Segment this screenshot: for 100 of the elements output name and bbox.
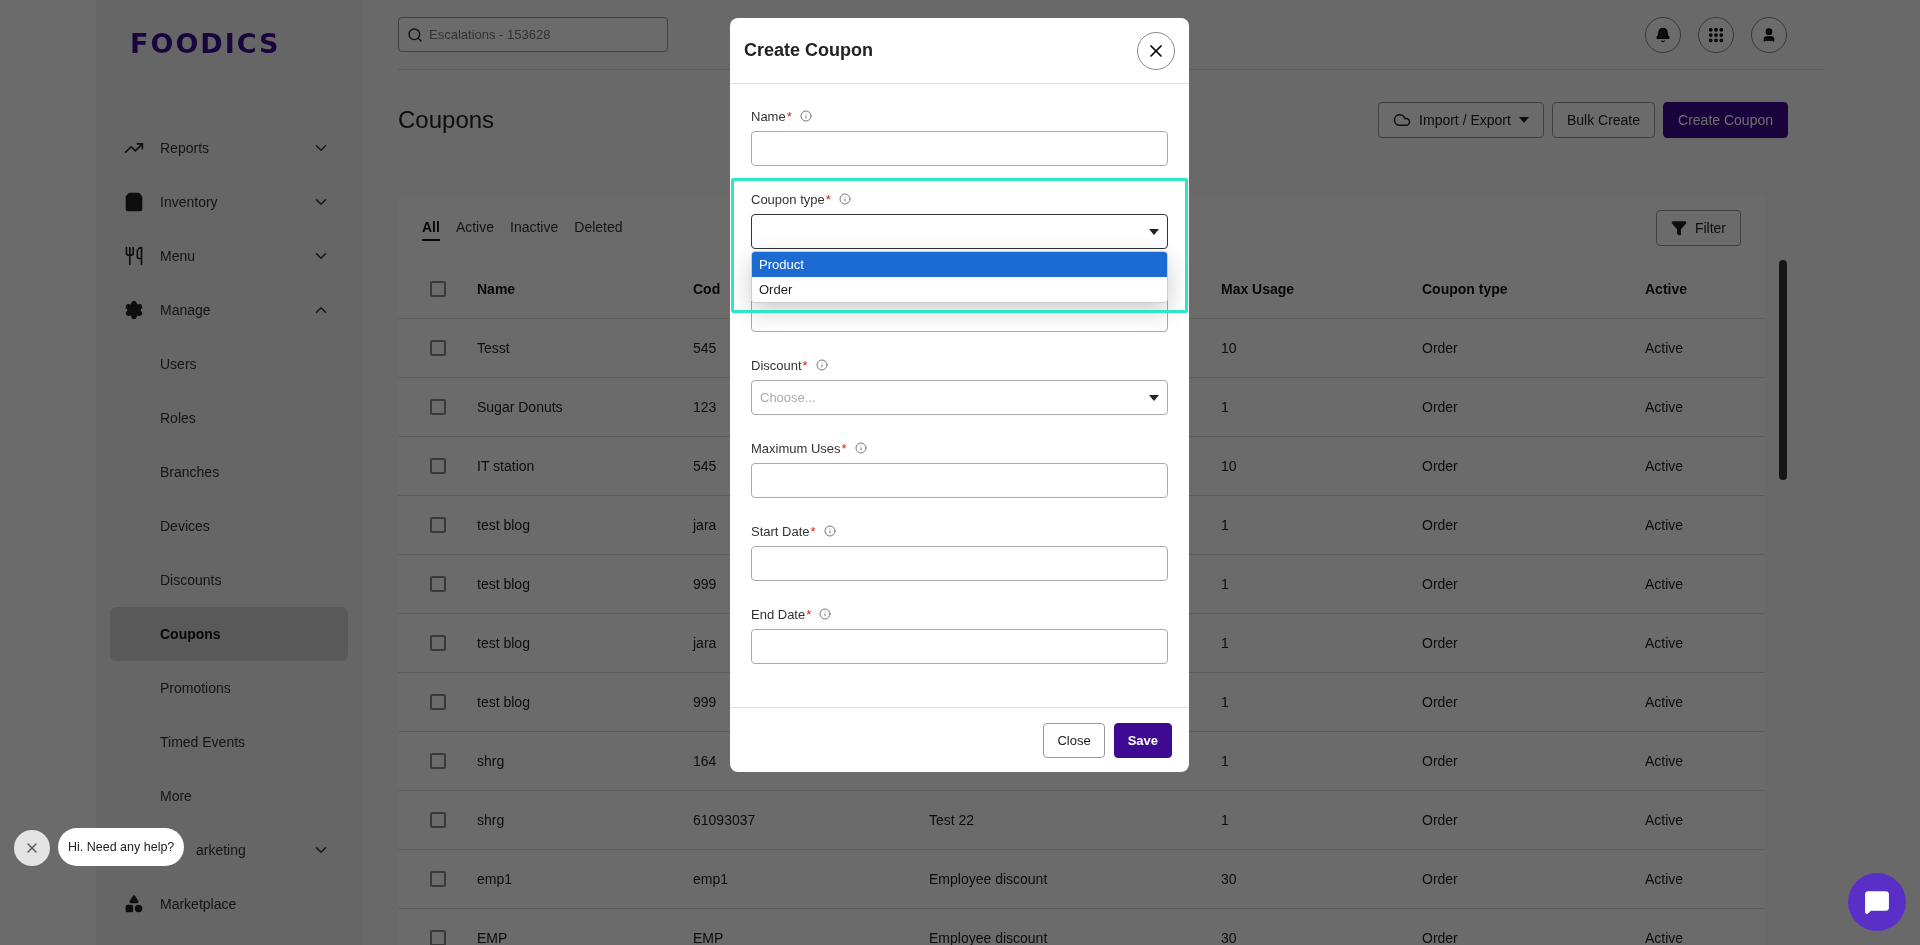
table-cell: emp1 (477, 871, 513, 887)
tab[interactable]: Deleted (574, 214, 623, 241)
bell-icon (1655, 26, 1671, 43)
checkbox[interactable] (430, 458, 446, 474)
tab[interactable]: Inactive (510, 214, 559, 241)
table-cell: 10 (1221, 340, 1237, 356)
action-button[interactable]: Bulk Create (1551, 102, 1656, 138)
notification-button[interactable] (1645, 16, 1681, 53)
apps-button[interactable] (1698, 16, 1734, 53)
select-field[interactable] (751, 214, 1168, 249)
search-field[interactable]: Escalations - 153628 (398, 17, 668, 52)
utensils-icon (124, 246, 144, 266)
checkbox[interactable] (430, 517, 446, 533)
close-button[interactable] (1137, 31, 1175, 70)
checkbox[interactable] (430, 871, 446, 887)
field-label: End Date (751, 606, 806, 622)
checkbox[interactable] (430, 930, 446, 945)
sidebar-item[interactable]: Marketplace (110, 877, 348, 931)
table-cell: Active (1645, 753, 1684, 769)
input-field[interactable] (751, 629, 1168, 664)
user-icon (1761, 26, 1777, 43)
field-label: Start Date (751, 523, 810, 539)
column-header: Coupon type (1422, 281, 1508, 297)
table-cell: test blog (477, 576, 530, 592)
table-cell: Order (1422, 694, 1458, 710)
checkbox[interactable] (430, 694, 446, 710)
table-cell: Order (1422, 635, 1458, 651)
column-header: Cod (693, 281, 721, 297)
table-cell: 1 (1221, 517, 1229, 533)
action-button[interactable]: Import / Export (1378, 102, 1544, 138)
table-cell: 30 (1221, 930, 1237, 945)
checkbox[interactable] (430, 576, 446, 592)
table-cell: Order (1422, 458, 1458, 474)
table-cell: jara (693, 517, 717, 533)
sidebar-item[interactable]: Menu (110, 229, 348, 283)
sidebar-item[interactable]: Coupons (110, 607, 348, 661)
select-field[interactable]: Choose... (751, 380, 1168, 415)
table-cell: test blog (477, 635, 530, 651)
checkbox[interactable] (430, 399, 446, 415)
table-cell: Active (1645, 812, 1684, 828)
sidebar-item[interactable]: Promotions (110, 661, 348, 715)
table-cell: 999 (693, 576, 717, 592)
tab[interactable]: Active (455, 214, 494, 241)
input-field[interactable] (751, 546, 1168, 581)
chat-icon (1864, 889, 1890, 915)
table-cell: 164 (693, 753, 717, 769)
cloud-icon (1393, 111, 1412, 129)
table-cell: 545 (693, 458, 717, 474)
sidebar-item[interactable]: Roles (110, 391, 348, 445)
sidebar-item[interactable]: Branches (110, 445, 348, 499)
table-cell: test blog (477, 694, 530, 710)
close-button[interactable]: Close (1043, 722, 1105, 758)
sidebar-item[interactable]: Timed Events (110, 715, 348, 769)
filter-button[interactable]: Filter (1655, 209, 1741, 246)
dropdown-option[interactable]: Product (752, 252, 1167, 277)
page-title: Coupons (398, 106, 495, 134)
required-mark: * (810, 523, 816, 539)
table-cell: Employee discount (929, 930, 1048, 945)
logo: FOODICS (129, 27, 282, 61)
table-cell: Order (1422, 517, 1458, 533)
table-cell: shrg (477, 753, 505, 769)
save-button[interactable]: Save (1113, 722, 1172, 758)
checkbox[interactable] (430, 340, 446, 356)
table-cell: 10 (1221, 458, 1237, 474)
column-header: Active (1645, 281, 1688, 297)
action-button[interactable]: Create Coupon (1663, 102, 1788, 138)
table-cell: EMP (693, 930, 724, 945)
info-icon (799, 110, 812, 122)
tab[interactable]: All (422, 214, 440, 241)
sidebar-item[interactable]: Inventory (110, 175, 348, 229)
column-header: Name (477, 281, 516, 297)
dropdown-option[interactable]: Order (752, 277, 1167, 302)
input-field[interactable] (751, 131, 1168, 166)
input-field[interactable] (751, 463, 1168, 498)
sidebar-item[interactable]: Users (110, 337, 348, 391)
checkbox[interactable] (430, 812, 446, 828)
field-label: Discount (751, 357, 802, 373)
table-cell: Active (1645, 340, 1684, 356)
table-cell: Active (1645, 458, 1684, 474)
table-cell: Order (1422, 340, 1458, 356)
table-cell: IT station (477, 458, 535, 474)
sidebar-item[interactable]: More (110, 769, 348, 823)
table-cell: test blog (477, 517, 530, 533)
checkbox[interactable] (430, 281, 446, 297)
profile-button[interactable] (1751, 16, 1787, 53)
checkbox[interactable] (430, 753, 446, 769)
scrollbar[interactable] (1779, 260, 1787, 480)
field-label: Maximum Uses (751, 440, 841, 456)
bag-icon (124, 192, 144, 212)
table-cell: Test 22 (929, 812, 975, 828)
column-header: Max Usage (1221, 281, 1295, 297)
checkbox[interactable] (430, 635, 446, 651)
sidebar-item[interactable]: Discounts (110, 553, 348, 607)
search-icon (407, 27, 423, 43)
sidebar-item[interactable]: Devices (110, 499, 348, 553)
sidebar-item[interactable]: Manage (110, 283, 348, 337)
settings-icon (124, 300, 144, 320)
caret-icon (1518, 117, 1529, 123)
sidebar-item[interactable]: Reports (110, 121, 348, 175)
info-icon (815, 359, 828, 371)
